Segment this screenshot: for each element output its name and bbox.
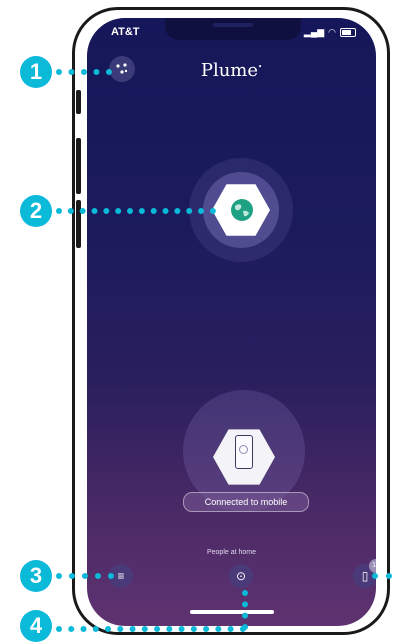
callout-2: 2 <box>20 195 52 227</box>
people-button[interactable]: ⊙ <box>229 564 253 588</box>
home-indicator[interactable] <box>190 610 274 614</box>
callout-1: 1 <box>20 56 52 88</box>
callout-4-leader <box>56 626 246 632</box>
devices-count-badge: 10 <box>369 559 376 573</box>
menu-icon: ≡ <box>117 569 125 583</box>
app-logo: Plume• <box>200 60 263 81</box>
callout-2-leader <box>56 208 216 214</box>
callout-3-right-leader <box>372 573 392 579</box>
side-button <box>76 90 81 114</box>
notch <box>165 18 301 40</box>
status-icons: ▂▄▆ ◠ <box>304 27 356 38</box>
person-icon: ⊙ <box>235 569 247 583</box>
carrier-label: AT&T <box>111 26 140 38</box>
callout-4: 4 <box>20 610 52 642</box>
smartphone-icon <box>235 435 253 469</box>
callout-3: 3 <box>20 560 52 592</box>
battery-icon <box>340 28 356 37</box>
callout-3-leader <box>56 573 114 579</box>
globe-icon <box>231 199 253 221</box>
callout-1-leader <box>56 69 112 75</box>
callout-4-vertical-leader <box>242 590 248 630</box>
wifi-icon: ◠ <box>328 27 336 37</box>
people-at-home-label: People at home <box>206 549 257 556</box>
side-button <box>76 138 81 194</box>
signal-icon: ▂▄▆ <box>303 27 325 37</box>
devices-icon: ▯ <box>361 569 369 583</box>
connection-status-pill: Connected to mobile <box>183 492 309 512</box>
app-screen: AT&T ▂▄▆ ◠ Plume• Connected to mobile Pe… <box>87 18 376 626</box>
